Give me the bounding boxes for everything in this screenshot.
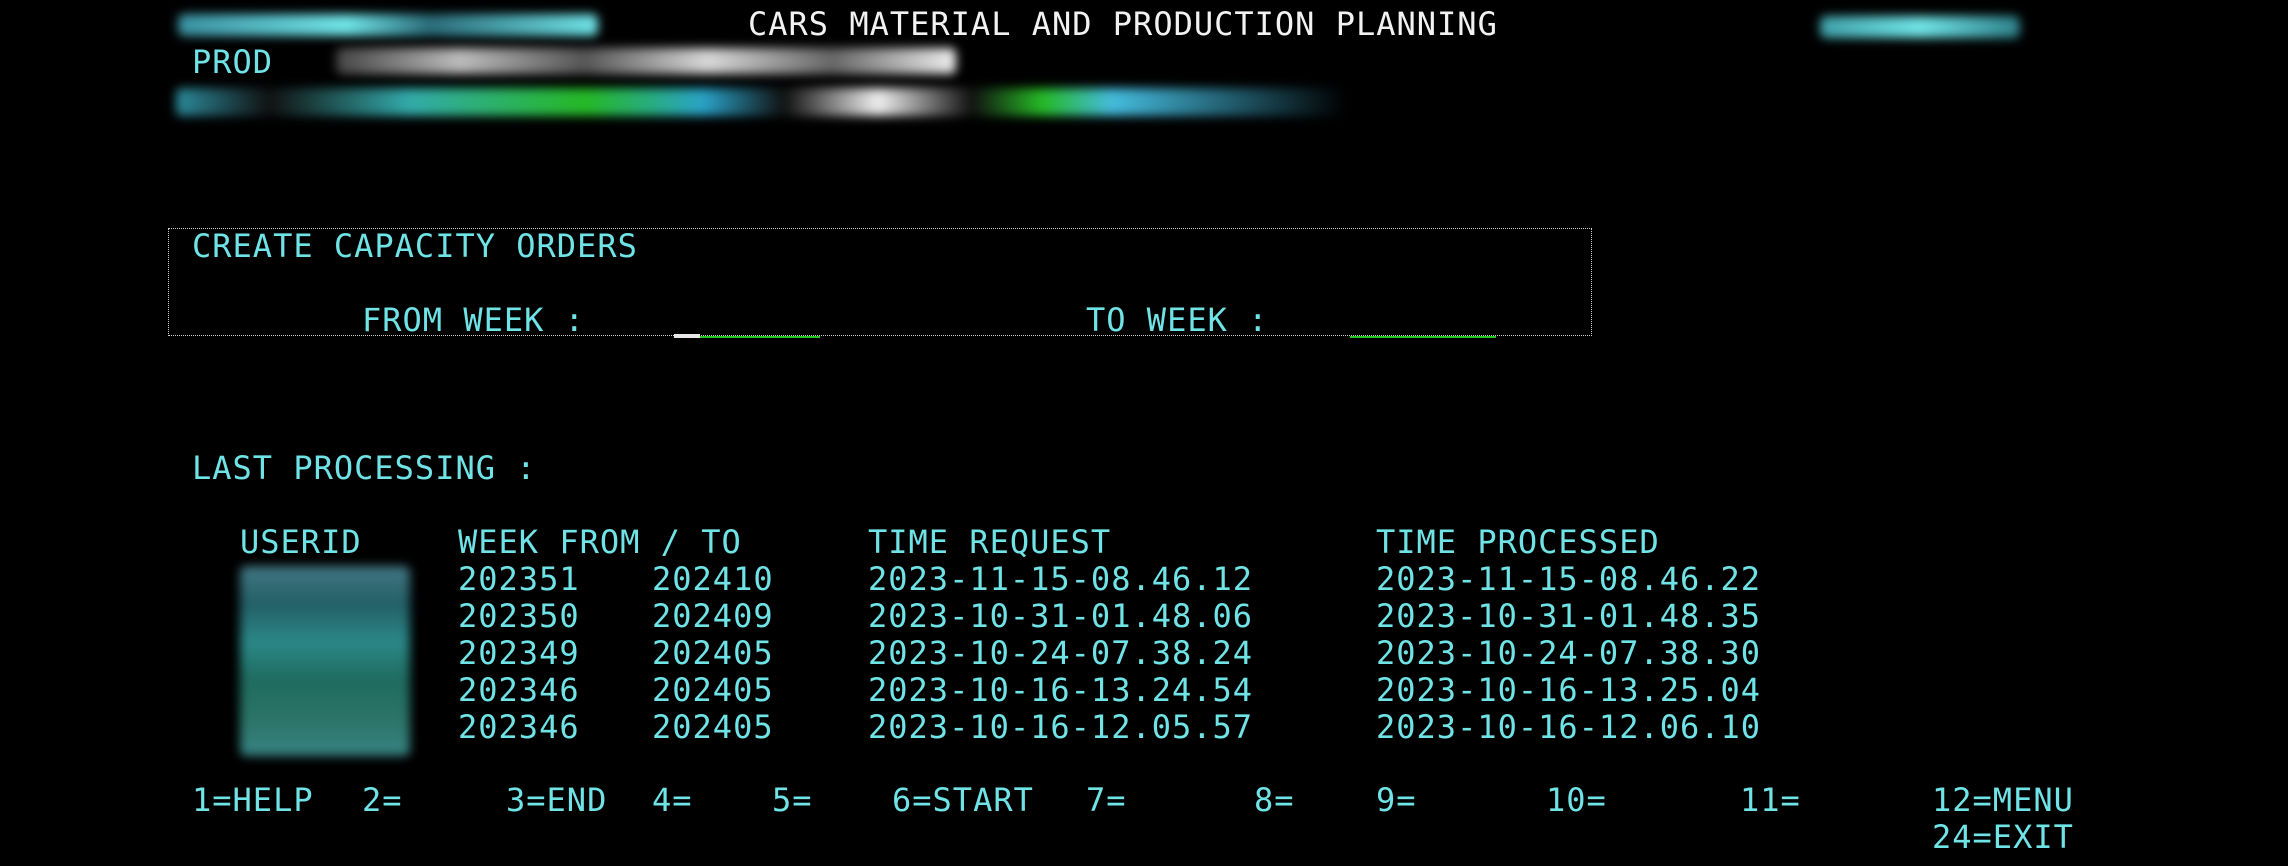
to-week-input[interactable] xyxy=(1350,300,1496,338)
f6-start-key[interactable]: 6=START xyxy=(892,782,1034,818)
cursor xyxy=(674,334,700,338)
redacted-program-id xyxy=(1820,16,2020,38)
column-header-userid: USERID xyxy=(240,523,362,561)
time-request-cell: 2023-10-31-01.48.06 xyxy=(868,597,1254,635)
panel-title: CREATE CAPACITY ORDERS xyxy=(192,227,638,265)
redacted-subtitle xyxy=(336,48,956,74)
time-request-cell: 2023-11-15-08.46.12 xyxy=(868,560,1254,598)
column-header-time-request: TIME REQUEST xyxy=(868,523,1112,561)
column-header-time-processed: TIME PROCESSED xyxy=(1376,523,1660,561)
last-processing-label: LAST PROCESSING : xyxy=(192,449,537,487)
time-processed-cell: 2023-11-15-08.46.22 xyxy=(1376,560,1762,598)
time-processed-cell: 2023-10-31-01.48.35 xyxy=(1376,597,1762,635)
f3-end-key[interactable]: 3=END xyxy=(506,782,607,818)
f8-key[interactable]: 8= xyxy=(1254,782,1295,818)
week-from-cell: 202349 xyxy=(458,634,580,672)
column-header-week-range: WEEK FROM / TO xyxy=(458,523,742,561)
time-processed-cell: 2023-10-16-12.06.10 xyxy=(1376,708,1762,746)
screen-title: CARS MATERIAL AND PRODUCTION PLANNING xyxy=(748,5,1498,43)
time-processed-cell: 2023-10-16-13.25.04 xyxy=(1376,671,1762,709)
week-from-cell: 202351 xyxy=(458,560,580,598)
environment-label: PROD xyxy=(192,43,274,81)
week-to-cell: 202405 xyxy=(652,634,774,672)
time-request-cell: 2023-10-16-13.24.54 xyxy=(868,671,1254,709)
week-from-cell: 202350 xyxy=(458,597,580,635)
f1-help-key[interactable]: 1=HELP xyxy=(192,782,314,818)
week-to-cell: 202409 xyxy=(652,597,774,635)
from-week-input[interactable] xyxy=(674,300,820,338)
redacted-screen-id xyxy=(178,14,598,36)
f24-exit-key[interactable]: 24=EXIT xyxy=(1932,819,2074,855)
time-request-cell: 2023-10-24-07.38.24 xyxy=(868,634,1254,672)
week-from-cell: 202346 xyxy=(458,708,580,746)
f4-key[interactable]: 4= xyxy=(652,782,693,818)
f9-key[interactable]: 9= xyxy=(1376,782,1417,818)
f11-key[interactable]: 11= xyxy=(1740,782,1801,818)
week-to-cell: 202410 xyxy=(652,560,774,598)
f12-menu-key[interactable]: 12=MENU xyxy=(1932,782,2074,818)
f10-key[interactable]: 10= xyxy=(1546,782,1607,818)
from-week-label: FROM WEEK : xyxy=(362,301,585,339)
f2-key[interactable]: 2= xyxy=(362,782,403,818)
to-week-label: TO WEEK : xyxy=(1086,301,1269,339)
redacted-userid-column xyxy=(240,566,410,756)
time-processed-cell: 2023-10-24-07.38.30 xyxy=(1376,634,1762,672)
time-request-cell: 2023-10-16-12.05.57 xyxy=(868,708,1254,746)
redacted-message-line xyxy=(176,88,1346,116)
week-to-cell: 202405 xyxy=(652,671,774,709)
week-to-cell: 202405 xyxy=(652,708,774,746)
f7-key[interactable]: 7= xyxy=(1086,782,1127,818)
f5-key[interactable]: 5= xyxy=(772,782,813,818)
week-from-cell: 202346 xyxy=(458,671,580,709)
